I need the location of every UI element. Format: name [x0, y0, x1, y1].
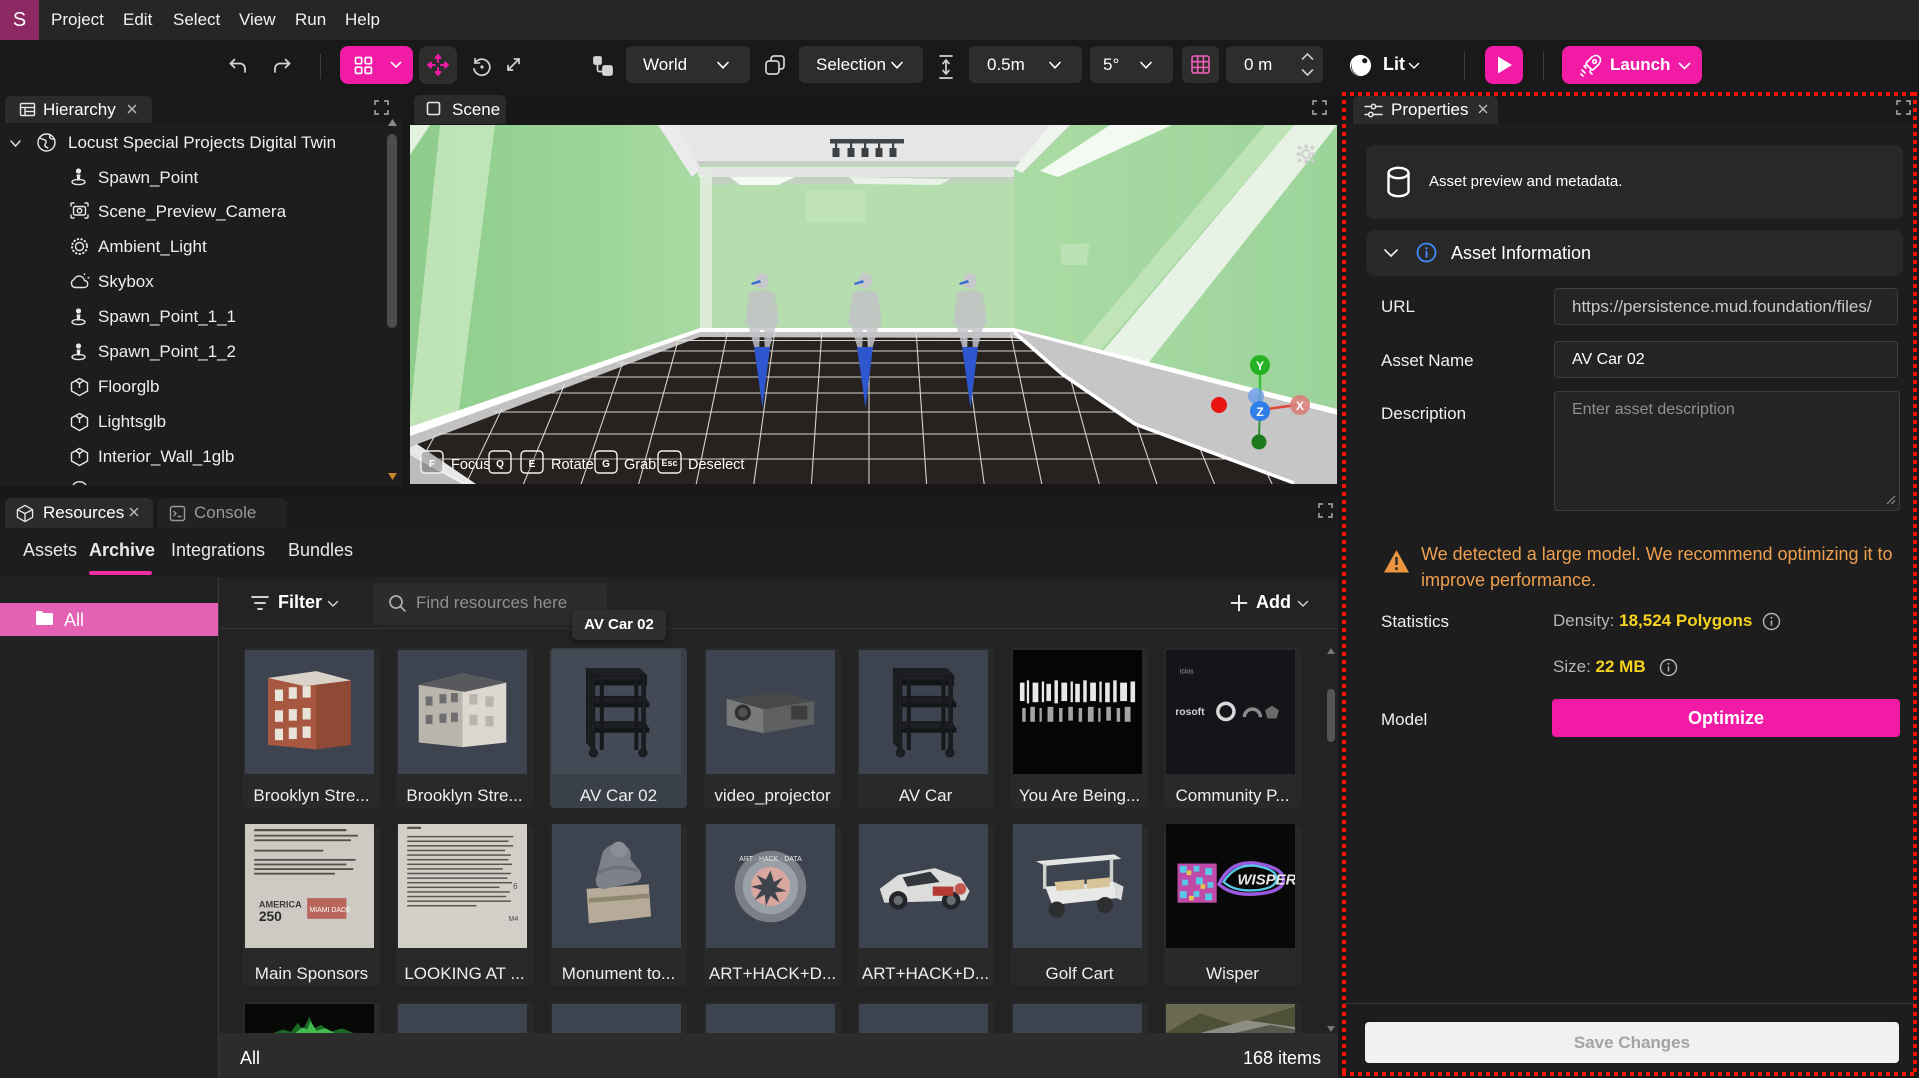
svg-text:Deselect: Deselect [688, 457, 744, 473]
svg-text:MIAMI DADE: MIAMI DADE [310, 907, 351, 914]
svg-text:Focus: Focus [451, 457, 491, 473]
svg-text:6: 6 [513, 882, 518, 891]
svg-text:rosoft: rosoft [1175, 707, 1205, 718]
svg-text:Q: Q [496, 459, 504, 470]
svg-text:Z: Z [1256, 405, 1263, 419]
svg-text:Y: Y [1256, 359, 1264, 373]
svg-text:F: F [429, 459, 435, 470]
svg-text:X: X [1296, 399, 1304, 413]
svg-text:Rotate: Rotate [551, 457, 594, 473]
svg-text:250: 250 [259, 908, 282, 924]
svg-text:E: E [529, 459, 536, 470]
svg-text:Grab: Grab [624, 457, 656, 473]
svg-text:ART · HACK · DATA: ART · HACK · DATA [739, 856, 802, 863]
svg-text:M4: M4 [509, 916, 519, 923]
svg-text:Esc: Esc [661, 458, 677, 468]
svg-text:icios: icios [1180, 668, 1194, 675]
svg-text:G: G [602, 459, 610, 470]
svg-text:WISPER: WISPER [1237, 871, 1295, 888]
